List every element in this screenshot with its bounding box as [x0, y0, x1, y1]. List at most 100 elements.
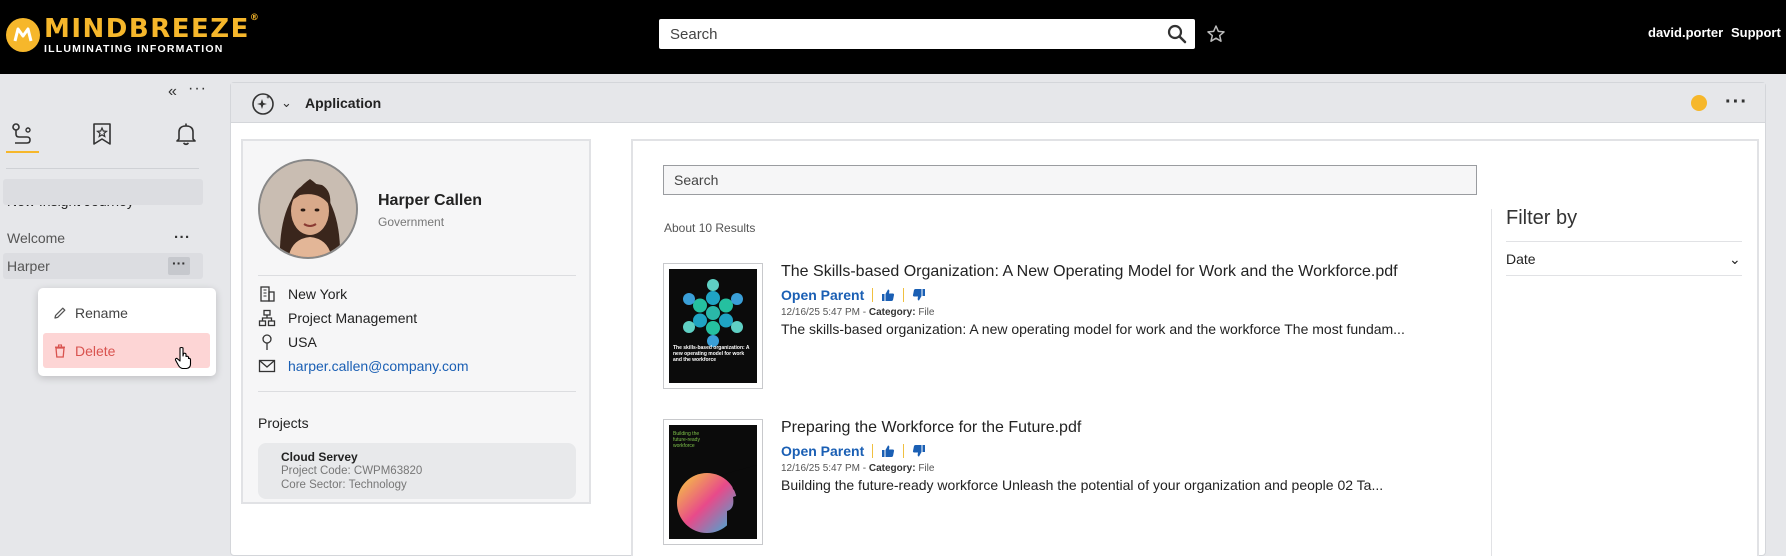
- application-panel: ⌄ Application ··· Harper Callen Governme…: [230, 82, 1766, 556]
- app-chevron-down-icon[interactable]: ⌄: [281, 95, 292, 111]
- logo-brand-text: MINDBREEZE: [44, 14, 250, 44]
- results-panel: About 10 Results: [631, 139, 1759, 556]
- profile-divider-2: [258, 391, 576, 392]
- sidebar-item-welcome[interactable]: Welcome: [7, 230, 65, 246]
- registered-mark: ®: [249, 13, 261, 23]
- bell-icon: [176, 123, 196, 146]
- journey-route-icon: [12, 123, 31, 144]
- result-category: File: [918, 463, 935, 474]
- logo-tagline: ILLUMINATING INFORMATION: [44, 43, 224, 55]
- avatar: [258, 159, 358, 259]
- results-count: About 10 Results: [664, 221, 756, 235]
- sidebar-tabs: [0, 114, 205, 158]
- logo-mark-icon: [6, 18, 40, 53]
- app-header: ⌄ Application ···: [231, 83, 1765, 123]
- top-bar: MINDBREEZE® ILLUMINATING INFORMATION dav…: [0, 0, 1786, 74]
- result-date: 12/16/25 5:47 PM - Category: File: [781, 307, 935, 318]
- favorite-star-icon[interactable]: [1206, 24, 1226, 44]
- filter-rule: [1506, 241, 1742, 242]
- profile-email-row: harper.callen@company.com: [258, 357, 468, 375]
- app-more-icon[interactable]: ···: [1725, 91, 1748, 114]
- thumbs-down-icon[interactable]: [912, 288, 926, 302]
- support-link[interactable]: Support: [1731, 25, 1781, 40]
- project-sector-label: Core Sector:: [281, 479, 346, 491]
- profile-department: Project Management: [288, 310, 418, 326]
- results-search-box: [663, 165, 1477, 195]
- profile-department-row: Project Management: [258, 309, 417, 327]
- tab-notifications[interactable]: [166, 114, 206, 154]
- sidebar-item-harper[interactable]: Harper ···: [3, 253, 203, 279]
- result-thumbnail[interactable]: The skills-based organization: A new ope…: [663, 263, 763, 389]
- thumbs-down-icon[interactable]: [912, 444, 926, 458]
- thumb-caption: Building the future-ready workforce: [673, 431, 700, 449]
- filter-divider: [1491, 209, 1492, 556]
- open-parent-link[interactable]: Open Parent: [781, 443, 864, 459]
- project-card[interactable]: Cloud Servey Project Code: CWPM63820 Cor…: [258, 443, 576, 499]
- profile-country-row: USA: [258, 333, 317, 351]
- project-sector: Technology: [348, 479, 407, 491]
- profile-divider: [258, 275, 576, 276]
- pencil-icon: [54, 307, 66, 319]
- thumbs-up-icon[interactable]: [881, 444, 895, 458]
- profile-city-row: New York: [258, 285, 347, 303]
- rename-label: Rename: [75, 304, 128, 321]
- project-code-label: Project Code:: [281, 465, 351, 477]
- result-actions: Open Parent: [781, 443, 926, 459]
- result-category: File: [918, 307, 935, 318]
- result-date: 12/16/25 5:47 PM - Category: File: [781, 463, 935, 474]
- filter-date-toggle[interactable]: Date: [1506, 251, 1536, 267]
- result-title-link[interactable]: The Skills-based Organization: A New Ope…: [781, 263, 1398, 281]
- chat-bubble-icon[interactable]: [1691, 95, 1707, 111]
- result-thumbnail[interactable]: Building the future-ready workforce: [663, 419, 763, 545]
- sidebar-item-harper-label: Harper: [7, 258, 50, 274]
- global-search-box: [659, 19, 1195, 49]
- sidebar-divider: [6, 168, 199, 169]
- collapse-sidebar-icon[interactable]: «: [168, 83, 177, 101]
- active-tab-indicator: [6, 151, 39, 153]
- ai-sparkle-icon[interactable]: [251, 92, 275, 116]
- rename-menu-item[interactable]: Rename: [43, 295, 210, 330]
- hand-cursor-icon: [174, 346, 192, 370]
- global-search-input[interactable]: [659, 19, 1149, 49]
- thumb-caption: The skills-based organization: A new ope…: [673, 345, 750, 363]
- profile-organization: Government: [378, 215, 445, 229]
- thumbs-up-icon[interactable]: [881, 288, 895, 302]
- building-icon: [260, 286, 275, 302]
- result-title-link[interactable]: Preparing the Workforce for the Future.p…: [781, 419, 1081, 437]
- open-parent-link[interactable]: Open Parent: [781, 287, 864, 303]
- profile-email-link[interactable]: harper.callen@company.com: [288, 358, 468, 374]
- result-actions: Open Parent: [781, 287, 926, 303]
- bookmark-star-icon: [93, 123, 111, 145]
- filter-title: Filter by: [1506, 207, 1578, 229]
- filter-rule-2: [1506, 275, 1742, 276]
- result-category-label: Category:: [868, 307, 916, 318]
- profile-name: Harper Callen: [378, 192, 483, 209]
- sidebar-item-harper-row[interactable]: [3, 179, 203, 205]
- org-chart-icon: [258, 309, 276, 327]
- tab-journeys[interactable]: [2, 114, 42, 154]
- mindbreeze-logo[interactable]: MINDBREEZE® ILLUMINATING INFORMATION: [6, 13, 261, 55]
- result-snippet: The skills-based organization: A new ope…: [781, 321, 1405, 337]
- delete-label: Delete: [75, 342, 116, 359]
- mail-icon: [258, 359, 276, 373]
- welcome-more-icon[interactable]: ···: [174, 229, 191, 246]
- result-snippet: Building the future-ready workforce Unle…: [781, 477, 1384, 493]
- profile-city: New York: [288, 286, 348, 302]
- chevron-down-icon[interactable]: ⌄: [1729, 251, 1741, 268]
- project-title: Cloud Servey: [281, 450, 358, 464]
- result-date-value: 12/16/25 5:47 PM: [781, 307, 860, 318]
- search-icon[interactable]: [1167, 24, 1187, 44]
- trash-icon: [55, 343, 65, 358]
- projects-heading: Projects: [258, 415, 309, 431]
- result-date-value: 12/16/25 5:47 PM: [781, 463, 860, 474]
- profile-country: USA: [288, 334, 317, 350]
- location-pin-icon: [262, 334, 272, 350]
- result-category-label: Category:: [868, 463, 916, 474]
- tab-bookmarks[interactable]: [82, 114, 122, 154]
- user-menu[interactable]: david.porter: [1648, 25, 1723, 40]
- app-title: Application: [305, 95, 382, 111]
- sidebar-more-icon[interactable]: ···: [188, 80, 207, 98]
- project-code: CWPM63820: [353, 465, 423, 477]
- results-search-input[interactable]: [664, 166, 1476, 194]
- harper-more-icon[interactable]: ···: [168, 256, 190, 275]
